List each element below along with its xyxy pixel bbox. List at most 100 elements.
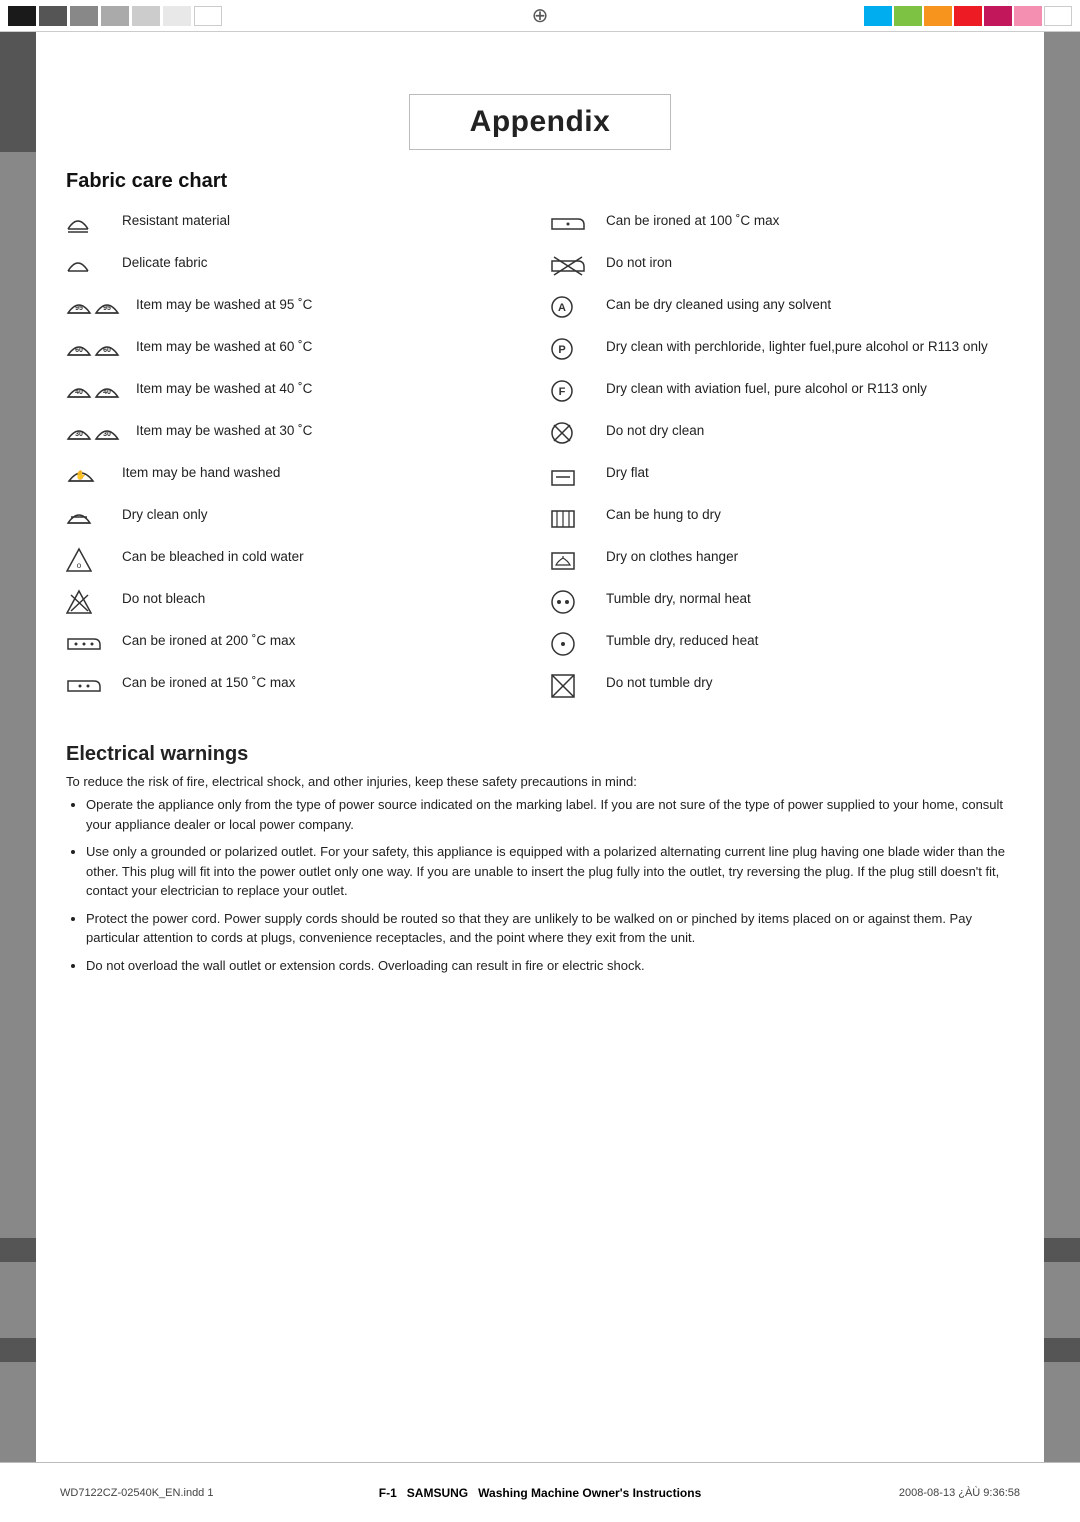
care-label-nobleach: Do not bleach: [122, 587, 205, 608]
dryclean-icon: [66, 505, 92, 529]
tumble-normal-icon: [550, 589, 576, 615]
electrical-warnings-section: Electrical warnings To reduce the risk o…: [66, 743, 1014, 975]
care-icon-nodryclean: [550, 419, 606, 445]
care-icon-delicate: [66, 251, 122, 275]
electrical-bullet-3: Protect the power cord. Power supply cor…: [86, 909, 1014, 948]
care-label-handwash: Item may be hand washed: [122, 461, 280, 482]
care-icon-dryclean-any: A: [550, 293, 606, 319]
care-icon-iron150: [66, 671, 122, 697]
hungdry-icon: [550, 505, 576, 529]
wash40-icon2: 40: [94, 379, 120, 403]
care-label-bleachcold: Can be bleached in cold water: [122, 545, 304, 566]
right-swatches: [660, 0, 1080, 31]
care-icon-dryclean-p: P: [550, 335, 606, 361]
care-icon-wash30: 30 30: [66, 419, 136, 445]
svg-text:A: A: [558, 302, 566, 314]
fabric-care-section: Fabric care chart Resistant material: [66, 170, 1014, 713]
care-label-resistant: Resistant material: [122, 209, 230, 230]
swatch-dark-gray: [39, 6, 67, 26]
right-sidebar-bot: [1044, 1338, 1080, 1362]
care-item-bleachcold: o Can be bleached in cold water: [66, 545, 530, 579]
svg-text:60: 60: [75, 347, 83, 354]
care-item-noiron: Do not iron: [550, 251, 1014, 285]
iron100-icon: [550, 211, 586, 235]
left-sidebar-top: [0, 32, 36, 152]
wash60-icon2: 60: [94, 337, 120, 361]
svg-text:30: 30: [75, 431, 83, 438]
care-label-nodryclean: Do not dry clean: [606, 419, 704, 440]
swatch-mid-gray: [70, 6, 98, 26]
dryclean-p-icon: P: [550, 337, 574, 361]
care-item-hangerdry: Dry on clothes hanger: [550, 545, 1014, 579]
footer-doc-title: Washing Machine Owner's Instructions: [478, 1486, 701, 1500]
care-item-resistant: Resistant material: [66, 209, 530, 243]
care-label-wash40: Item may be washed at 40 ˚C: [136, 377, 312, 398]
care-item-wash60: 60 60 Item may be washed at 60 ˚C: [66, 335, 530, 369]
care-icon-iron100: [550, 209, 606, 235]
care-icon-dryclean-f: F: [550, 377, 606, 403]
svg-text:60: 60: [103, 347, 111, 354]
dryflat-icon: [550, 463, 576, 487]
care-item-handwash: ✋ Item may be hand washed: [66, 461, 530, 495]
care-item-wash40: 40 40 Item may be washed at 40 ˚C: [66, 377, 530, 411]
swatch-pink-dark: [984, 6, 1012, 26]
electrical-title: Electrical warnings: [66, 743, 1014, 766]
care-item-nodryclean: Do not dry clean: [550, 419, 1014, 453]
footer-brand: SAMSUNG: [407, 1486, 468, 1500]
care-icon-notumble: [550, 671, 606, 699]
care-icon-dryclean: [66, 503, 122, 529]
care-item-wash95: 95 95 Item may be washed at 95 ˚C: [66, 293, 530, 327]
care-label-tumble-normal: Tumble dry, normal heat: [606, 587, 751, 608]
hangerdry-icon: [550, 547, 576, 571]
footer-date-info: 2008-08-13 ¿ÀÙ 9:36:58: [721, 1487, 1020, 1499]
swatch-light-gray: [101, 6, 129, 26]
care-icon-wash40: 40 40: [66, 377, 136, 403]
care-label-iron100: Can be ironed at 100 ˚C max: [606, 209, 779, 230]
handwash-icon: ✋: [66, 463, 96, 487]
iron200-icon: [66, 631, 102, 655]
care-icon-handwash: ✋: [66, 461, 122, 487]
swatch-white: [194, 6, 222, 26]
care-item-iron200: Can be ironed at 200 ˚C max: [66, 629, 530, 663]
svg-text:95: 95: [75, 305, 83, 312]
svg-text:F: F: [559, 386, 566, 398]
swatch-white2: [1044, 6, 1072, 26]
resistant-icon: [66, 211, 90, 233]
footer-file-info: WD7122CZ-02540K_EN.indd 1: [60, 1487, 359, 1499]
care-label-hungdry: Can be hung to dry: [606, 503, 721, 524]
care-label-wash30: Item may be washed at 30 ˚C: [136, 419, 312, 440]
care-icon-hangerdry: [550, 545, 606, 571]
wash30-icon2: 30: [94, 421, 120, 445]
crosshair-icon: ⊕: [532, 3, 549, 28]
care-label-tumble-reduced: Tumble dry, reduced heat: [606, 629, 758, 650]
right-sidebar: [1044, 32, 1080, 1462]
svg-text:30: 30: [103, 431, 111, 438]
care-icon-wash60: 60 60: [66, 335, 136, 361]
care-right-col: Can be ironed at 100 ˚C max Do not iron: [550, 209, 1014, 713]
noiron-icon: [550, 253, 586, 279]
care-icon-noiron: [550, 251, 606, 279]
care-label-hangerdry: Dry on clothes hanger: [606, 545, 738, 566]
care-icon-iron200: [66, 629, 122, 655]
care-icon-bleachcold: o: [66, 545, 122, 573]
swatch-red: [954, 6, 982, 26]
left-sidebar-mid: [0, 1238, 36, 1262]
care-item-dryclean-any: A Can be dry cleaned using any solvent: [550, 293, 1014, 327]
care-item-dryclean-p: P Dry clean with perchloride, lighter fu…: [550, 335, 1014, 369]
care-label-dryclean: Dry clean only: [122, 503, 208, 524]
swatch-pink: [1014, 6, 1042, 26]
swatch-black: [8, 6, 36, 26]
main-content: Appendix Fabric care chart Resistant mat…: [36, 32, 1044, 975]
electrical-list: Operate the appliance only from the type…: [66, 795, 1014, 975]
care-icon-tumble-normal: [550, 587, 606, 615]
page-footer: WD7122CZ-02540K_EN.indd 1 F-1 SAMSUNG Wa…: [0, 1462, 1080, 1522]
wash60-icon1: 60: [66, 337, 92, 361]
care-label-dryclean-f: Dry clean with aviation fuel, pure alcoh…: [606, 377, 927, 398]
footer-page-label: F-1: [379, 1486, 397, 1500]
iron150-icon: [66, 673, 102, 697]
care-icon-tumble-reduced: [550, 629, 606, 657]
care-item-dryflat: Dry flat: [550, 461, 1014, 495]
page-title: Appendix: [409, 94, 672, 150]
swatch-cyan: [864, 6, 892, 26]
bleachcold-icon: o: [66, 547, 92, 573]
